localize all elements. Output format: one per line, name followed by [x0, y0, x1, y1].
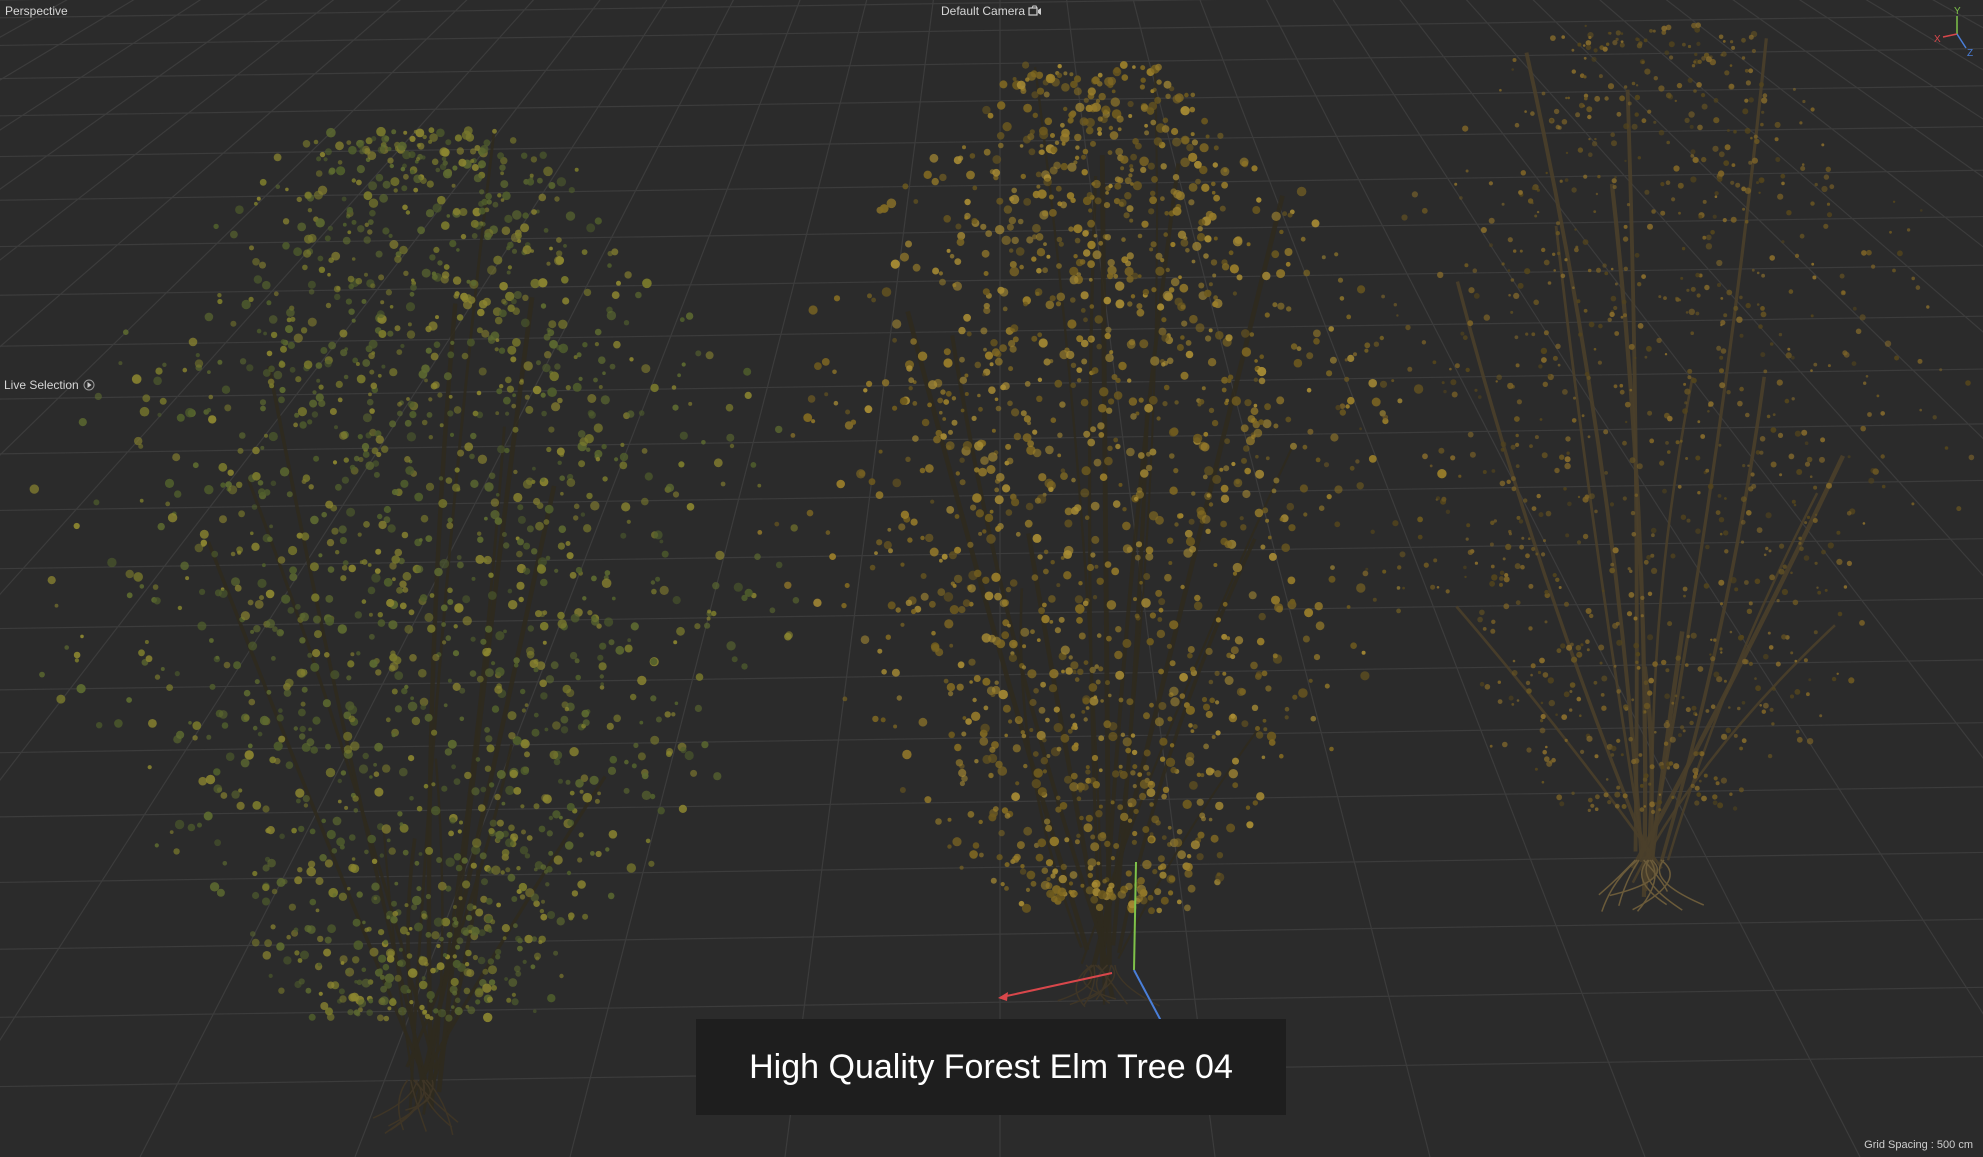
view-name-label[interactable]: Perspective	[5, 4, 68, 18]
tool-arrow-icon	[83, 379, 95, 391]
gizmo-y-label: Y	[1954, 6, 1961, 17]
active-tool-label: Live Selection	[4, 378, 79, 392]
title-banner: High Quality Forest Elm Tree 04	[696, 1019, 1286, 1115]
camera-menu[interactable]: Default Camera	[941, 4, 1042, 18]
elm-tree-bare[interactable]	[1307, 22, 1975, 912]
camera-icon	[1028, 5, 1042, 16]
camera-label: Default Camera	[941, 4, 1026, 18]
elm-tree-green[interactable]	[29, 126, 800, 1136]
scene-canvas[interactable]	[0, 0, 1983, 1157]
grid-spacing-label: Grid Spacing : 500 cm	[1864, 1139, 1973, 1151]
elm-tree-yellow[interactable]	[757, 61, 1447, 1008]
viewport-3d[interactable]: Perspective Default Camera Live Selectio…	[0, 0, 1983, 1157]
banner-title: High Quality Forest Elm Tree 04	[749, 1047, 1233, 1086]
gizmo-z-label: Z	[1967, 48, 1973, 58]
orientation-axis-icon: Y X Z	[1934, 6, 1973, 58]
gizmo-x-label: X	[1934, 34, 1941, 45]
active-tool-menu[interactable]: Live Selection	[4, 378, 95, 392]
